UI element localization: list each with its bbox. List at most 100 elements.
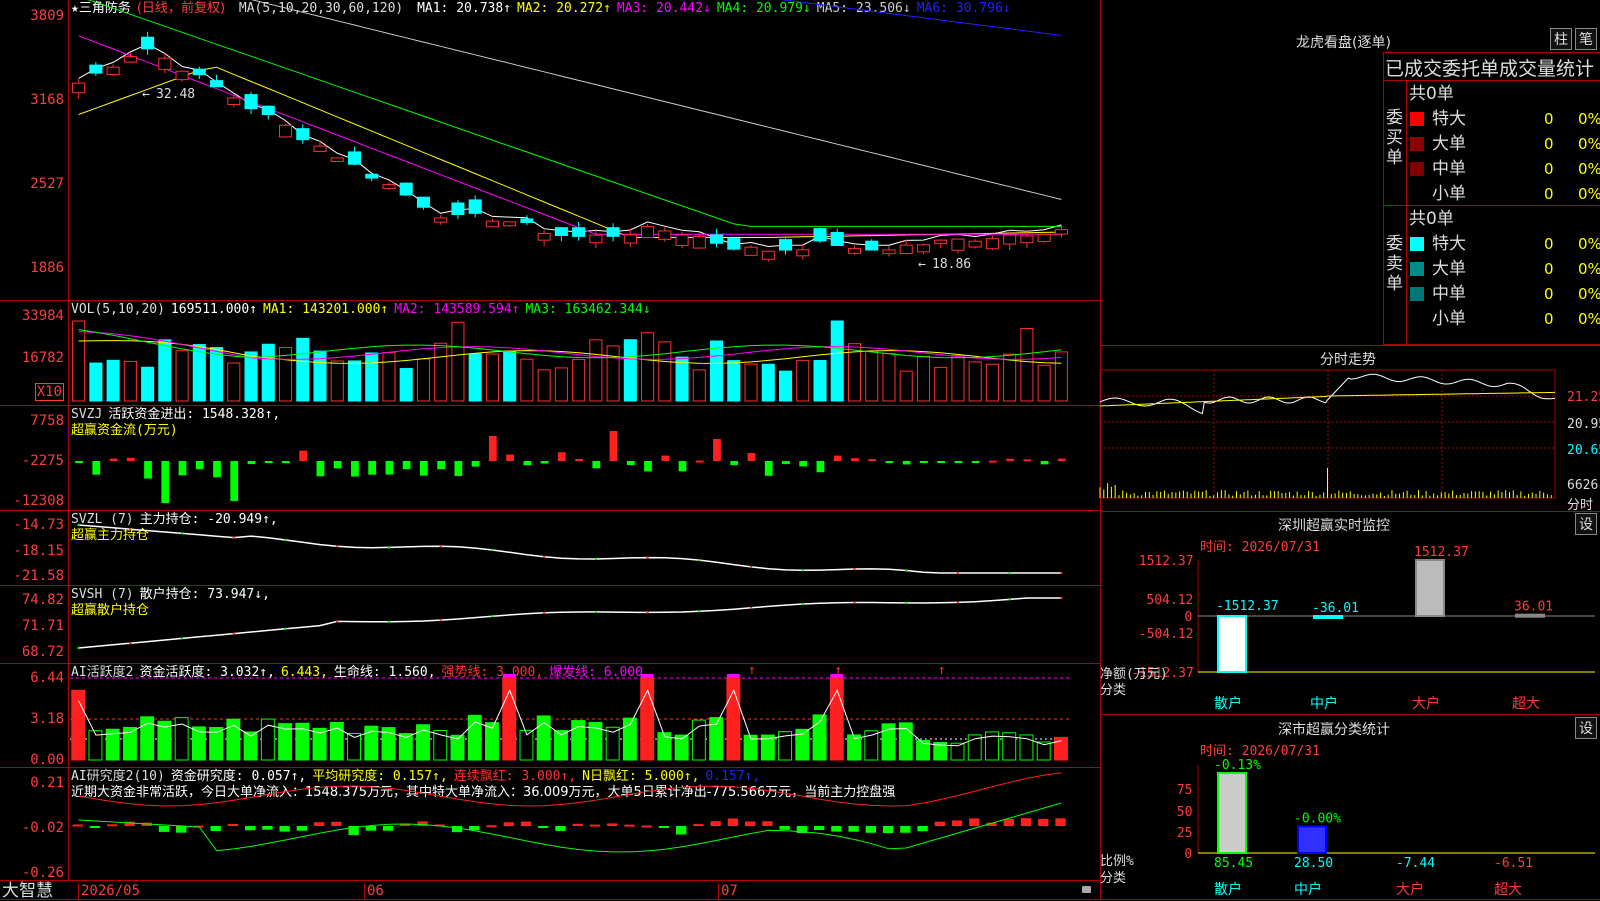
y-tick: 3168 [30,92,64,108]
volume-bar [778,370,793,402]
research-bar [365,826,377,831]
order-row: 大单 0 0% [1406,257,1600,281]
y-tick: 0.00 [30,752,64,768]
flow-bar [971,461,980,463]
volume-bar [1054,351,1068,402]
lhb-title: 龙虎看盘(逐单) [1296,35,1391,51]
research-bar [382,826,394,831]
ma-line [780,0,1062,36]
indicator-line [78,524,1062,574]
ma-line [250,0,1062,200]
y-tick: 2527 [30,176,64,192]
svzl-pane[interactable]: -14.73 -18.15 -21.58 SVZL (7) 主力持仓: -20.9… [0,510,1100,585]
svzl-chart[interactable] [70,511,1100,586]
candle-body [399,182,413,196]
ai-activity-pane[interactable]: 6.44 3.18 0.00 AI活跃度2 资金活跃度: 3.032↑, 6.443… [0,663,1100,768]
volume-bar [934,366,948,402]
monitor-y-tick: -504.12 [1139,627,1194,642]
monitor-chart[interactable]: 1512.37504.120-504.12-1512.37净额(万元)分类-15… [1100,512,1600,712]
y-tick: -18.15 [13,543,64,559]
flow-bar [988,460,997,463]
flow-bar [144,461,152,479]
classify-category: 超大 [1494,882,1522,898]
volume-bar [503,350,517,402]
research-bar [555,826,566,831]
order-row: 中单 0 0% [1406,282,1600,306]
volume-bar [89,362,103,402]
candle-body [675,234,689,246]
ai-activity-chart[interactable]: ↑ ↑ ↑ [70,663,1100,768]
lock-icon[interactable] [1082,886,1091,893]
indicator-dot [129,642,132,645]
candle-body [485,220,499,228]
candle-body [89,64,103,74]
indicator-dot [284,538,287,542]
monitor-ylabel: 净额(万元) [1100,667,1168,682]
indicator-dot [749,606,753,610]
monitor-y-tick: 1512.37 [1139,554,1194,569]
svsh-pane[interactable]: 74.82 71.71 68.72 SVSH (7) 散户持仓: 73.947↓,… [0,585,1100,663]
research-bar [245,826,256,831]
monitor-bar [1515,613,1545,618]
research-bar [658,826,670,828]
flow-bar [575,458,583,461]
legend-swatch [1410,137,1424,151]
volume-pane[interactable]: 33984 16782 X10 VOL(5,10,20) 169511.000↑ M… [0,300,1100,405]
bar-mode-button[interactable]: 柱 [1550,28,1572,50]
intraday-y-tick: 20.65 [1567,443,1600,458]
research-bar [589,824,601,827]
flow-bar [902,461,911,465]
flow-bar [264,461,273,464]
candle-body [554,227,568,236]
ai-research-chart[interactable] [70,768,1100,881]
classify-y-tick: 0 [1184,847,1192,862]
volume-bar [434,342,448,402]
monitor-value: -36.01 [1312,601,1359,616]
indicator-dot [387,546,391,549]
research-bar [917,826,928,832]
flow-bar [523,461,532,466]
kline-pane[interactable]: 3809 3168 2527 1886 ★三角防务 (日线，前复权) MA(5,1… [0,0,1100,300]
svzj-chart[interactable] [70,406,1100,511]
indicator-dot [801,602,804,606]
y-tick: -21.58 [13,568,64,584]
indicator-dot [1060,571,1063,575]
volume-chart[interactable] [70,301,1100,406]
sell-side-label: 委卖单 [1386,234,1403,294]
flow-bar [506,454,514,461]
volume-bar [261,343,275,402]
volume-bar [158,339,172,402]
indicator-dot [542,611,546,615]
monitor-bar [1217,615,1247,673]
research-bar [607,823,618,826]
month-label: 06 [364,883,384,899]
classify-chart[interactable]: 75 50 25 0 比例% 分类 -0.13% -0.00% 85.45 28.50 -7.44 -… [1100,715,1600,900]
candle-body [106,66,120,76]
monitor-category: 散户 [1214,695,1242,712]
candle-body [175,70,189,81]
intraday-y-tick: 21.25 [1567,390,1600,405]
ai-research-pane[interactable]: 0.21 -0.02 -0.26 AI研究度2(10) 资金研究度: 0.057↑… [0,767,1100,881]
indicator-dot [594,557,598,561]
row-label: 特大 [1432,234,1466,254]
research-bar [176,826,187,833]
volume-bar [985,363,999,402]
svzj-pane[interactable]: 7758 -2275 -12308 SVZJ 活跃资金进出: 1548.328↑,… [0,405,1100,510]
flow-bar [540,461,549,464]
row-percent: 0% [1578,235,1600,253]
row-label: 小单 [1432,309,1466,329]
monitor-value: 36.01 [1514,600,1553,615]
candle-body [761,250,775,260]
intraday-chart[interactable] [1099,369,1565,510]
candle-body [330,157,344,162]
volume-bar [727,360,741,402]
svsh-chart[interactable] [70,586,1100,664]
monitor-value: 1512.37 [1414,545,1469,560]
order-row: 大单 0 0% [1406,132,1600,156]
y-tick: -14.73 [13,517,64,533]
volume-bar [520,358,534,402]
row-percent: 0% [1578,310,1600,328]
tick-mode-button[interactable]: 笔 [1575,28,1597,50]
kline-chart[interactable]: ← 32.48 ← 18.86 [70,0,1100,300]
flow-bar [351,461,359,477]
